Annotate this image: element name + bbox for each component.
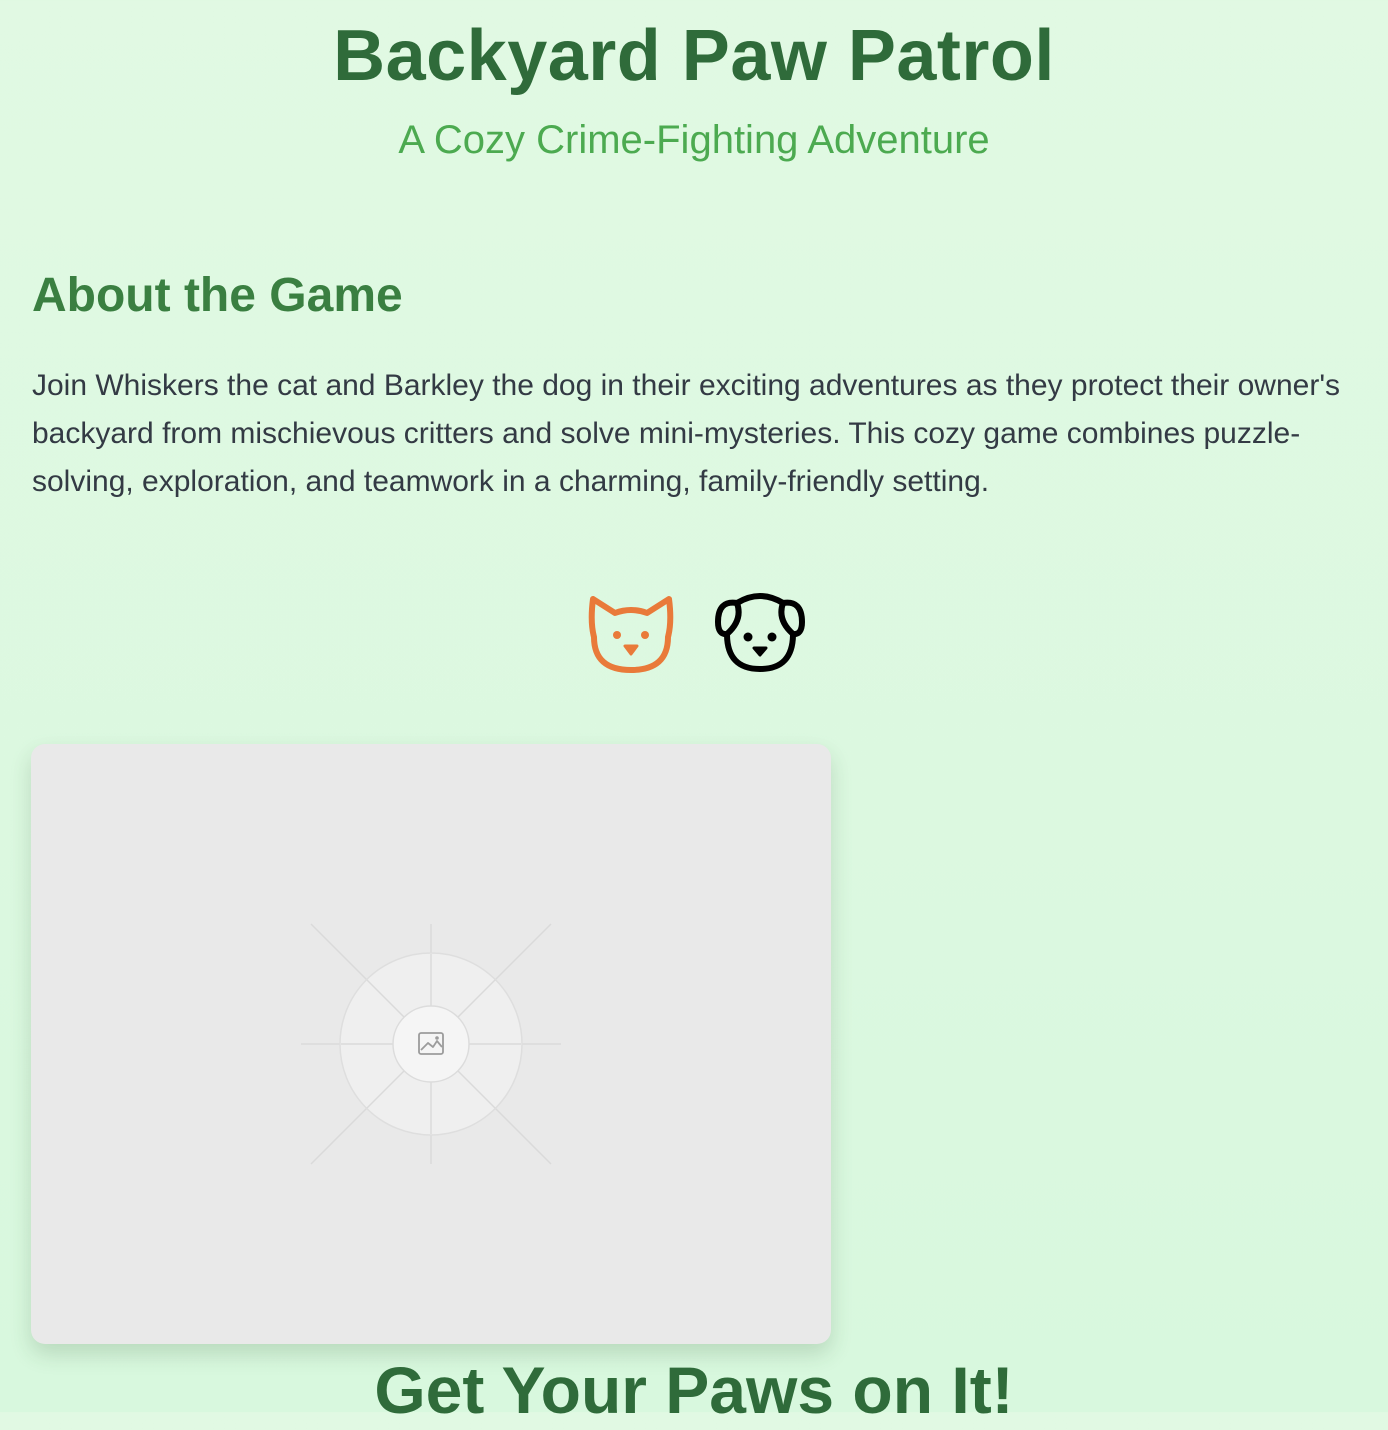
character-icons — [0, 586, 1388, 678]
image-placeholder-icon — [301, 923, 561, 1165]
cat-icon — [588, 596, 674, 673]
cta-heading: Get Your Paws on It! — [374, 1353, 1014, 1427]
dog-icon — [715, 593, 805, 673]
page-subtitle: A Cozy Crime-Fighting Adventure — [398, 118, 990, 162]
game-screenshot-frame — [31, 744, 831, 1344]
about-description: Join Whiskers the cat and Barkley the do… — [32, 369, 1341, 498]
about-heading: About the Game — [32, 269, 403, 322]
page-title: Backyard Paw Patrol — [333, 16, 1055, 96]
